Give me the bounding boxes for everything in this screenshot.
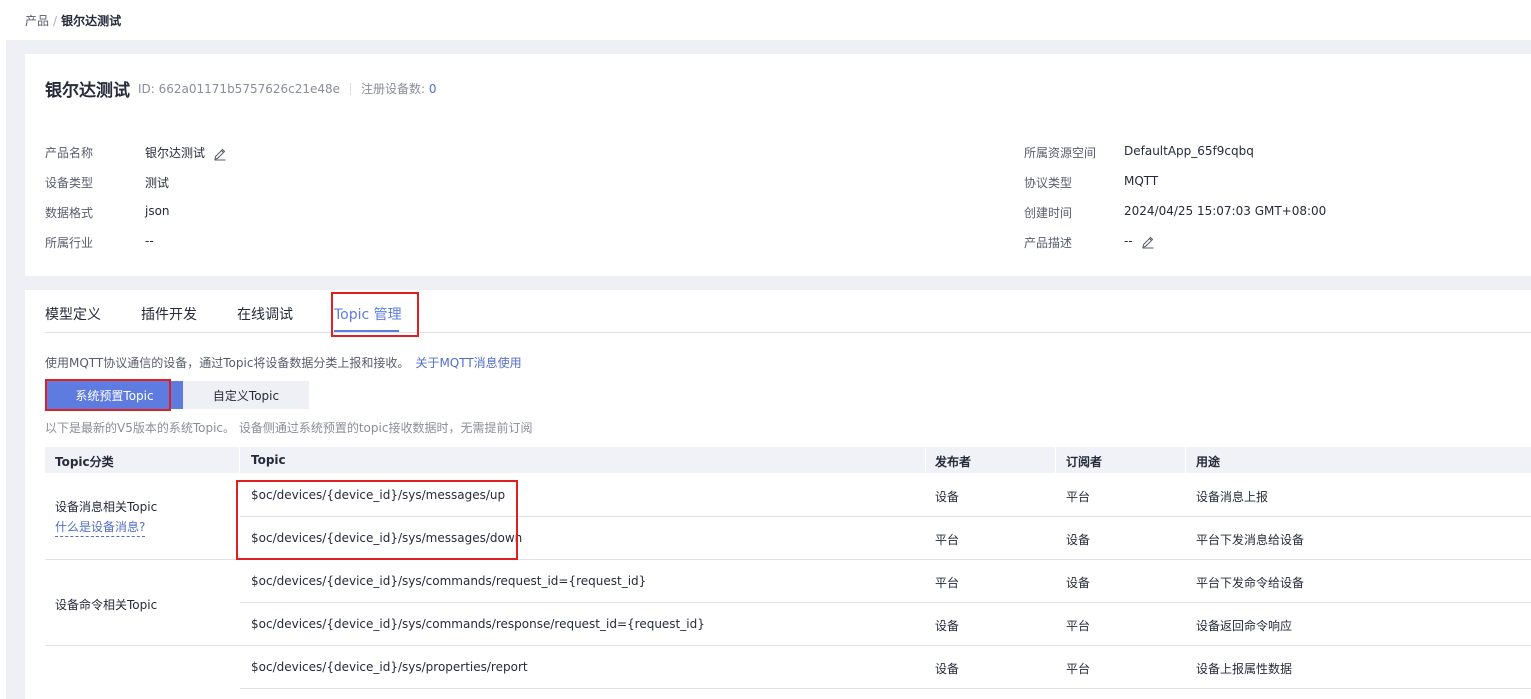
subscriber-cell: 平台 <box>1066 619 1091 633</box>
info-value: 测试 <box>145 176 170 190</box>
column-divider <box>1055 447 1056 473</box>
breadcrumb-parent[interactable]: 产品 <box>25 14 49 28</box>
highlight-box <box>331 292 419 337</box>
info-value: -- <box>145 234 154 248</box>
column-divider <box>239 447 240 473</box>
info-key: 协议类型 <box>1024 176 1073 190</box>
topic-cell: $oc/devices/{device_id}/sys/commands/req… <box>251 574 647 588</box>
category-help-link[interactable]: 什么是设备消息? <box>55 518 146 537</box>
info-key: 创建时间 <box>1024 206 1073 220</box>
product-header: 银尔达测试 ID: 662a01171b5757626c21e48e 注册设备数… <box>45 76 437 101</box>
purpose-cell: 设备消息上报 <box>1196 490 1269 504</box>
info-value: -- <box>1124 234 1155 249</box>
row-divider <box>240 688 1531 689</box>
breadcrumb-separator: / <box>53 14 58 28</box>
info-key: 所属资源空间 <box>1024 146 1097 160</box>
tab-model-definition[interactable]: 模型定义 <box>45 304 101 324</box>
purpose-cell: 设备返回命令响应 <box>1196 619 1293 633</box>
row-divider <box>240 602 1531 603</box>
column-header: 用途 <box>1196 455 1221 469</box>
column-header: Topic <box>251 453 286 467</box>
product-desc-value: -- <box>1124 234 1133 248</box>
table-header: Topic分类 Topic 发布者 订阅者 用途 <box>45 447 1531 473</box>
description-text: 使用MQTT协议通信的设备，通过Topic将设备数据分类上报和接收。 <box>45 356 410 370</box>
category-command-topics: 设备命令相关Topic <box>55 598 158 612</box>
info-value: json <box>145 204 170 218</box>
info-value: 2024/04/25 15:07:03 GMT+08:00 <box>1124 204 1327 218</box>
info-key: 产品描述 <box>1024 236 1073 250</box>
row-divider <box>45 645 1531 646</box>
tab-bar: 模型定义 插件开发 在线调试 Topic 管理 <box>45 290 1531 333</box>
breadcrumb-bar: 产品 / 银尔达测试 <box>0 0 1531 40</box>
category-message-topics: 设备消息相关Topic <box>55 500 158 514</box>
info-key: 设备类型 <box>45 176 94 190</box>
publisher-cell: 设备 <box>935 662 960 676</box>
divider <box>350 82 352 95</box>
what-is-device-message-link[interactable]: 什么是设备消息? <box>55 520 146 537</box>
topic-description: 使用MQTT协议通信的设备，通过Topic将设备数据分类上报和接收。 关于MQTT… <box>45 354 522 371</box>
purpose-cell: 设备上报属性数据 <box>1196 662 1293 676</box>
topic-note: 以下是最新的V5版本的系统Topic。 设备侧通过系统预置的topic接收数据时… <box>45 421 533 435</box>
breadcrumb: 产品 / 银尔达测试 <box>25 12 121 29</box>
topic-cell: $oc/devices/{device_id}/sys/commands/res… <box>251 617 705 631</box>
product-info-card: 银尔达测试 ID: 662a01171b5757626c21e48e 注册设备数… <box>25 54 1531 276</box>
column-divider <box>925 447 926 473</box>
left-edge <box>0 40 6 699</box>
product-name-value: 银尔达测试 <box>145 146 206 160</box>
subscriber-cell: 平台 <box>1066 490 1091 504</box>
subscriber-cell: 平台 <box>1066 662 1091 676</box>
info-value: MQTT <box>1124 174 1159 188</box>
tab-plugin-development[interactable]: 插件开发 <box>141 304 197 324</box>
info-value: 银尔达测试 <box>145 144 227 161</box>
publisher-cell: 平台 <box>935 576 960 590</box>
mqtt-doc-link[interactable]: 关于MQTT消息使用 <box>415 356 521 370</box>
tab-online-debugging[interactable]: 在线调试 <box>237 304 293 324</box>
info-key: 所属行业 <box>45 236 94 250</box>
subscriber-cell: 设备 <box>1066 576 1091 590</box>
purpose-cell: 平台下发命令给设备 <box>1196 576 1305 590</box>
edit-icon[interactable] <box>213 147 227 161</box>
registered-count[interactable]: 0 <box>429 82 437 96</box>
highlight-box <box>236 480 518 560</box>
breadcrumb-current: 银尔达测试 <box>61 14 122 28</box>
column-header: 发布者 <box>935 455 972 469</box>
info-value: DefaultApp_65f9cqbq <box>1124 144 1254 158</box>
column-header: Topic分类 <box>55 455 114 469</box>
topic-management-card: 模型定义 插件开发 在线调试 Topic 管理 使用MQTT协议通信的设备，通过… <box>25 290 1531 699</box>
registered-devices: 注册设备数: 0 <box>361 80 437 97</box>
info-key: 产品名称 <box>45 146 94 160</box>
topic-cell: $oc/devices/{device_id}/sys/properties/r… <box>251 660 528 674</box>
custom-topic-button[interactable]: 自定义Topic <box>183 381 309 409</box>
publisher-cell: 设备 <box>935 490 960 504</box>
product-title: 银尔达测试 <box>45 81 130 101</box>
purpose-cell: 平台下发消息给设备 <box>1196 533 1305 547</box>
publisher-cell: 设备 <box>935 619 960 633</box>
column-header: 订阅者 <box>1066 455 1103 469</box>
registered-label: 注册设备数: <box>361 82 426 96</box>
edit-icon[interactable] <box>1141 235 1155 249</box>
column-divider <box>1185 447 1186 473</box>
highlight-box <box>45 379 171 411</box>
subscriber-cell: 设备 <box>1066 533 1091 547</box>
publisher-cell: 平台 <box>935 533 960 547</box>
info-key: 数据格式 <box>45 206 94 220</box>
product-id: ID: 662a01171b5757626c21e48e <box>138 81 341 96</box>
